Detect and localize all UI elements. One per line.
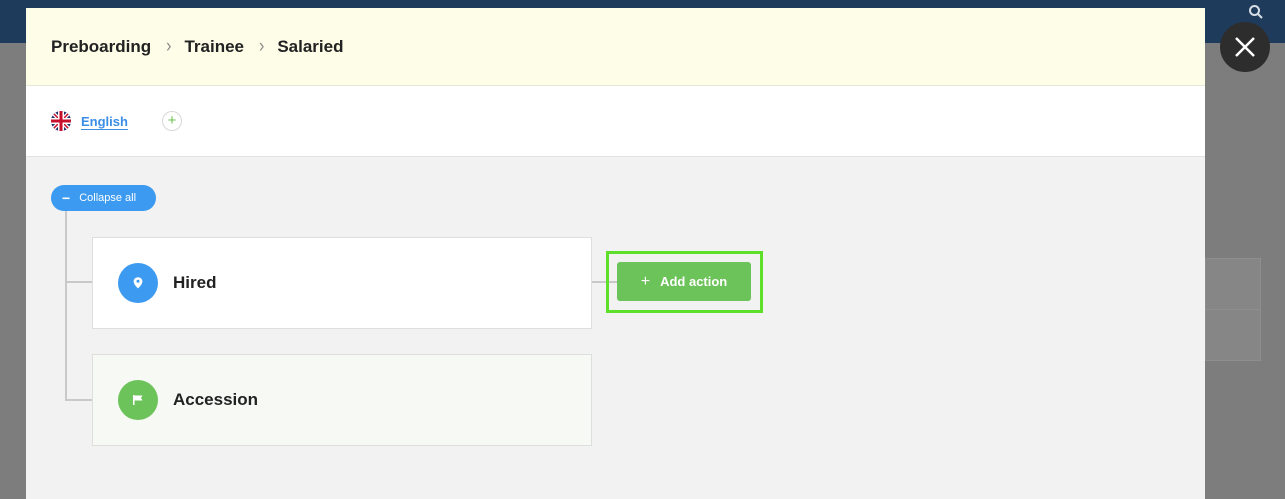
stage-node-hired[interactable]: Hired	[92, 237, 592, 329]
breadcrumb-item-preboarding[interactable]: Preboarding	[51, 37, 151, 57]
flag-icon	[118, 380, 158, 420]
collapse-all-button[interactable]: − Collapse all	[51, 185, 156, 211]
tree-connector	[65, 399, 92, 401]
chevron-right-icon: ›	[166, 35, 172, 57]
tree-connector	[65, 211, 67, 401]
workflow-modal: Preboarding › Trainee › Salaried English…	[26, 8, 1205, 499]
breadcrumb: Preboarding › Trainee › Salaried	[26, 8, 1205, 86]
stage-node-accession[interactable]: Accession	[92, 354, 592, 446]
close-modal-button[interactable]	[1220, 22, 1270, 72]
plus-icon: +	[640, 272, 651, 290]
language-link-english[interactable]: English	[81, 114, 128, 129]
stage-label-accession: Accession	[173, 390, 259, 409]
add-action-button[interactable]: + Add action	[617, 262, 751, 301]
add-action-label: Add action	[660, 274, 728, 289]
breadcrumb-item-trainee[interactable]: Trainee	[184, 37, 244, 57]
chevron-right-icon: ›	[259, 35, 265, 57]
uk-flag-icon	[51, 111, 71, 131]
tree-connector	[65, 281, 92, 283]
workflow-canvas: − Collapse all Hired Accession + Add act…	[26, 157, 1205, 499]
language-bar: English +	[26, 86, 1205, 157]
breadcrumb-item-salaried: Salaried	[277, 36, 344, 56]
minus-icon: −	[62, 190, 71, 206]
collapse-all-label: Collapse all	[79, 192, 137, 204]
location-pin-icon	[118, 263, 158, 303]
background-panel	[1205, 258, 1261, 361]
add-language-button[interactable]: +	[161, 111, 182, 131]
stage-label-hired: Hired	[173, 273, 217, 292]
close-icon	[1235, 37, 1255, 57]
